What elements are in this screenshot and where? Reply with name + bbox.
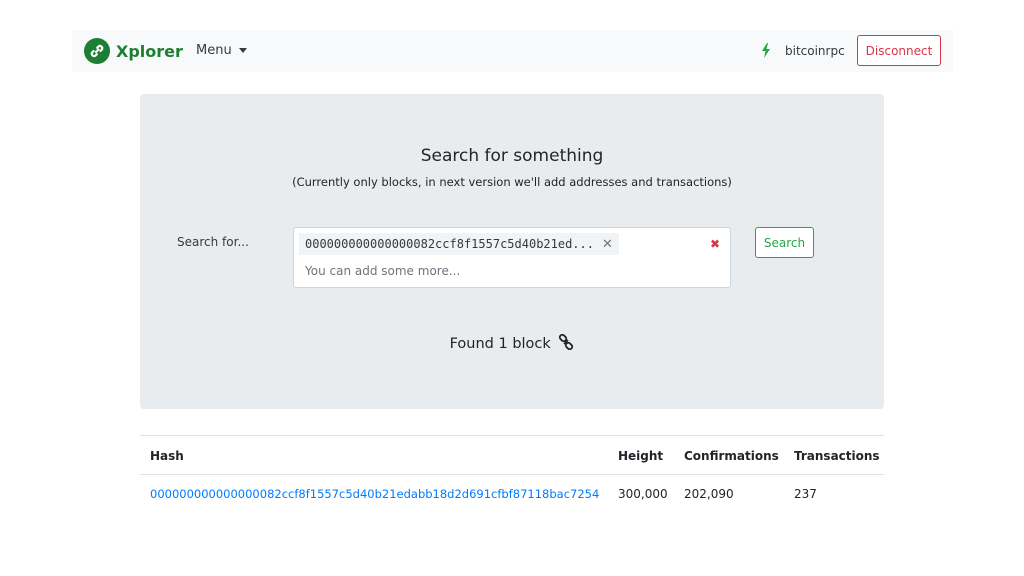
result-text: Found 1 block [449,336,551,352]
table-row: 000000000000000082ccf8f1557c5d40b21edabb… [140,475,884,515]
caret-down-icon [238,48,247,53]
brand[interactable]: Xplorer [84,38,183,64]
header-hash: Hash [150,449,184,463]
search-tag: 000000000000000082ccf8f1557c5d40b21ed...… [299,233,619,255]
link-icon [84,38,110,64]
search-button[interactable]: Search [755,227,814,258]
header-transactions: Transactions [794,449,880,463]
header-height: Height [618,449,664,463]
connection-name: bitcoinrpc [785,44,845,58]
search-tag-input[interactable]: 000000000000000082ccf8f1557c5d40b21ed...… [293,227,731,288]
clear-all-icon[interactable]: ✖ [710,237,720,251]
search-result: Found 1 block [140,333,884,354]
blocks-table: Hash Height Confirmations Transactions 0… [140,435,884,515]
search-placeholder[interactable]: You can add some more... [305,264,460,278]
brand-name: Xplorer [116,41,183,61]
block-hash-link[interactable]: 000000000000000082ccf8f1557c5d40b21edabb… [150,487,599,501]
search-subtitle: (Currently only blocks, in next version … [292,175,732,189]
search-tag-value: 000000000000000082ccf8f1557c5d40b21ed... [305,237,594,251]
lightning-bolt-icon [761,43,771,62]
chain-link-icon[interactable] [558,333,574,354]
menu-dropdown[interactable]: Menu [196,43,247,58]
search-label: Search for... [177,235,249,249]
header-confirmations: Confirmations [684,449,779,463]
remove-tag-icon[interactable]: ✕ [602,237,613,252]
block-height: 300,000 [618,487,668,501]
block-transactions: 237 [794,487,817,501]
table-header-row: Hash Height Confirmations Transactions [140,435,884,475]
menu-label: Menu [196,43,232,58]
disconnect-button[interactable]: Disconnect [857,35,941,66]
search-panel: Search for something (Currently only blo… [140,94,884,409]
top-navbar: Xplorer Menu bitcoinrpc Disconnect [72,30,953,72]
search-title: Search for something [420,146,604,166]
block-confirmations: 202,090 [684,487,734,501]
